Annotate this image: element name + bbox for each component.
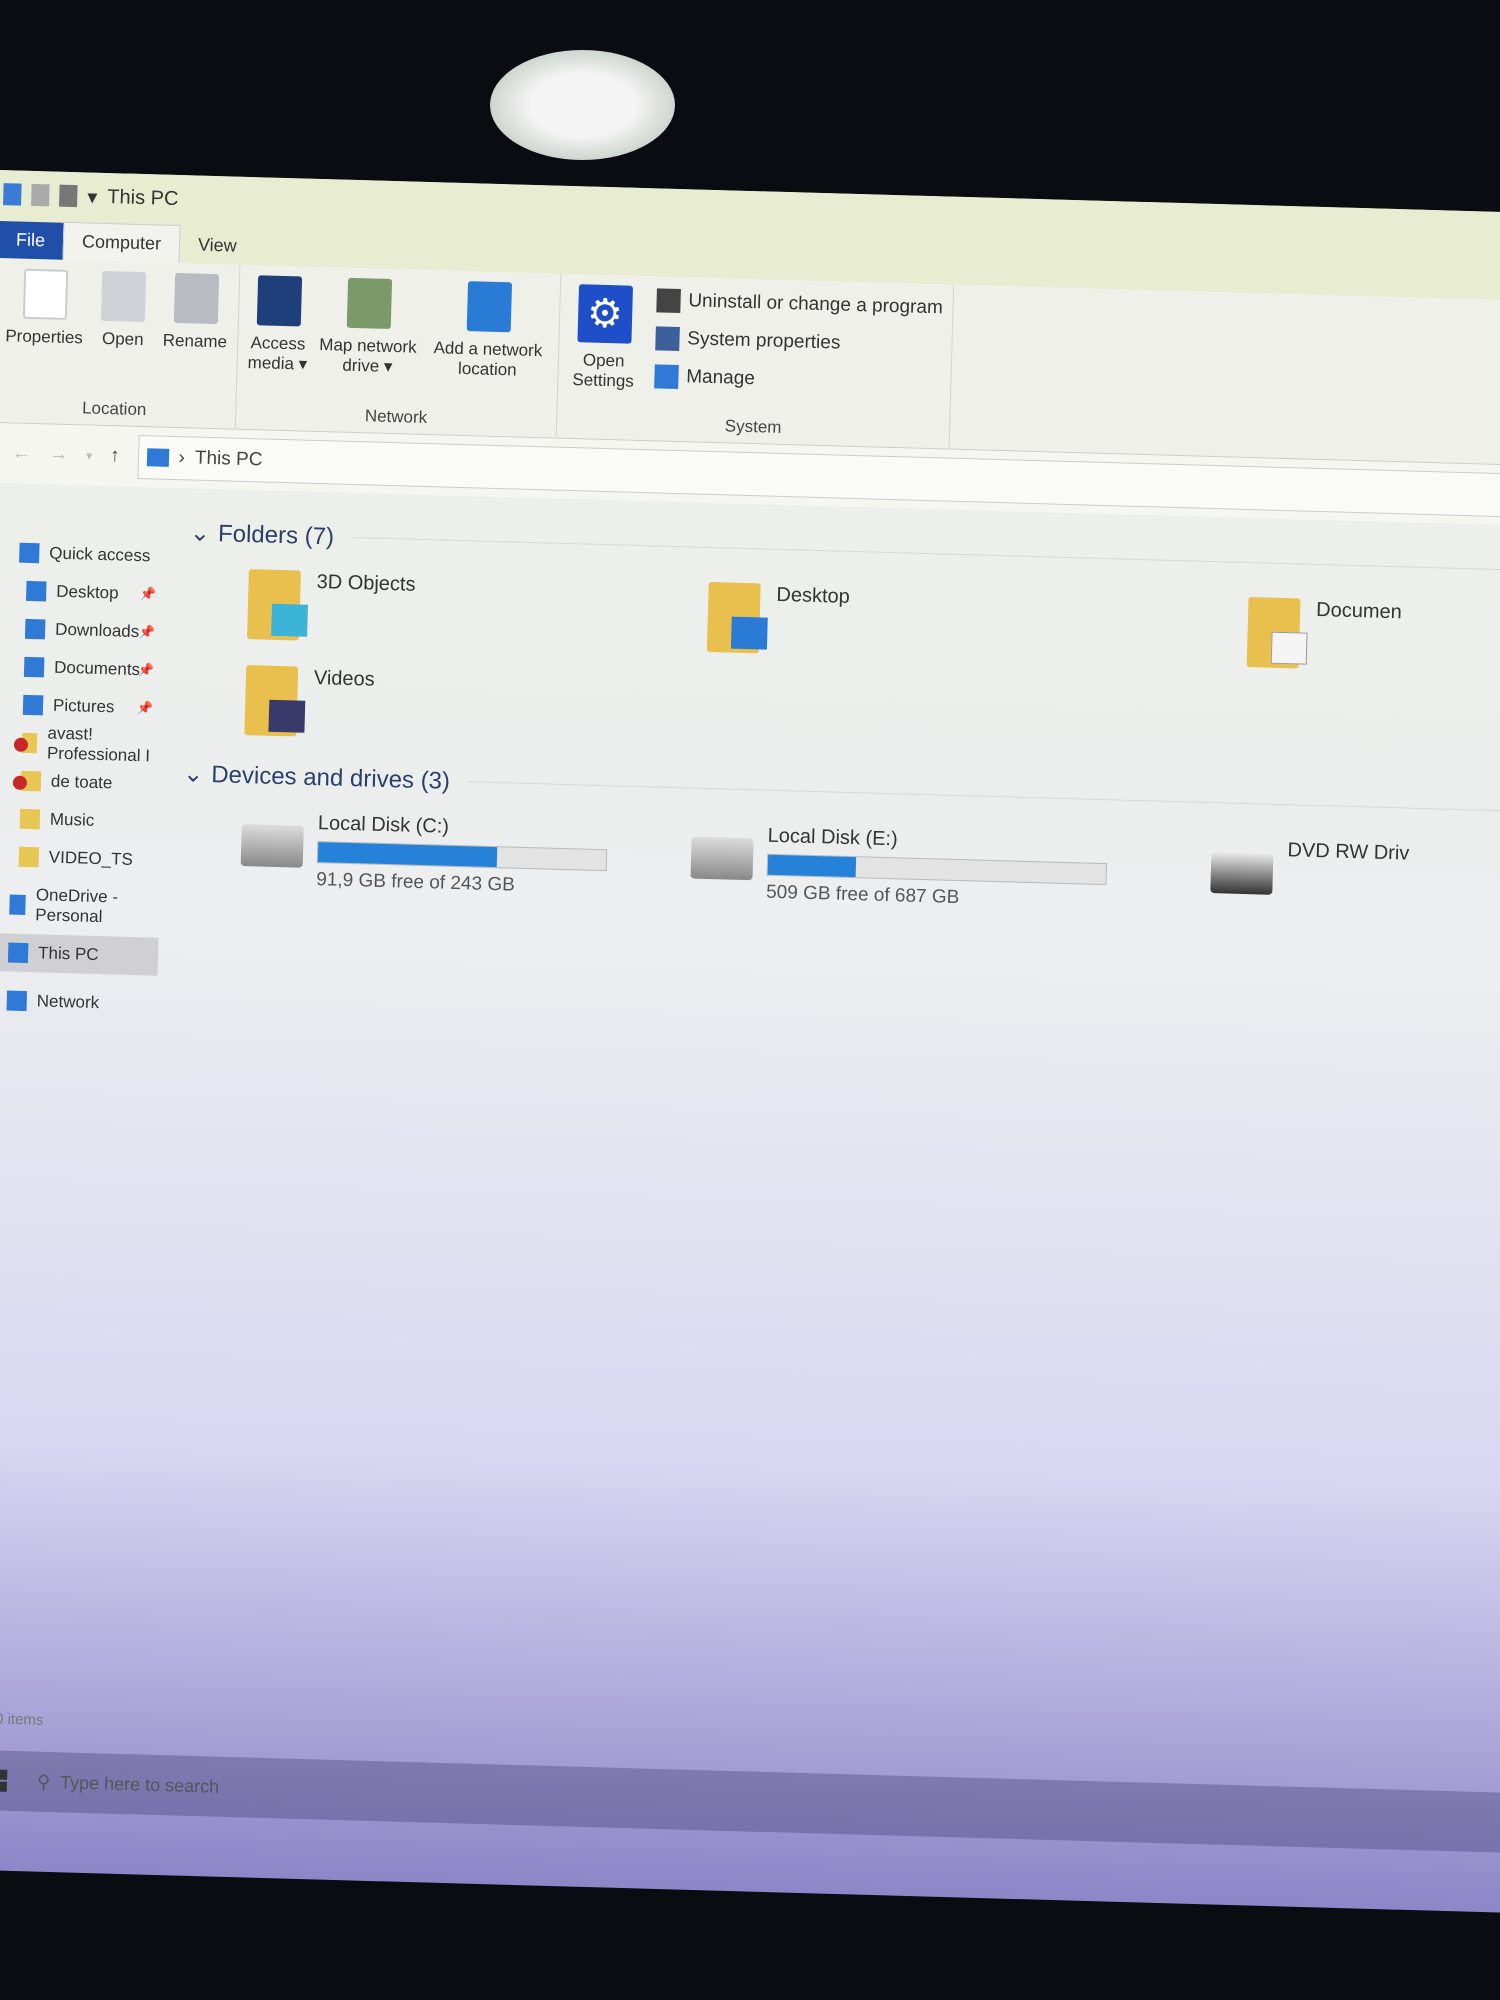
tab-view[interactable]: View [180, 226, 256, 265]
desktop-folder-icon [706, 581, 768, 654]
add-network-location-button[interactable]: Add a network location [426, 280, 549, 407]
system-properties-icon [654, 326, 680, 352]
nav-node-icon [7, 942, 29, 964]
open-button[interactable]: Open [91, 270, 154, 397]
folder-desktop[interactable]: Desktop [706, 581, 1249, 667]
rename-icon [173, 272, 219, 325]
nav-item-this-pc[interactable]: This PC [0, 932, 159, 976]
map-network-drive-button[interactable]: Map network drive ▾ [316, 277, 419, 404]
hard-drive-icon [690, 836, 754, 881]
pc-icon [146, 448, 169, 467]
folder-icon [22, 694, 44, 716]
drive-e[interactable]: Local Disk (E:) 509 GB free of 687 GB [690, 823, 1212, 916]
drive-dvd[interactable]: DVD RW Driv [1210, 837, 1500, 924]
folder-icon [24, 618, 46, 640]
customize-chevron-icon[interactable]: ▾ [87, 184, 98, 209]
dvd-drive-icon [1210, 851, 1274, 895]
chevron-down-icon: ⌄ [182, 760, 204, 788]
network-drive-icon [346, 277, 392, 329]
nav-item-pictures[interactable]: Pictures 📌 [0, 685, 166, 728]
nav-node-icon [19, 542, 40, 564]
group-label: Location [81, 398, 147, 420]
breadcrumb-this-pc[interactable]: This PC [195, 448, 263, 472]
pin-icon: 📌 [136, 700, 154, 716]
manage-button[interactable]: Manage [653, 364, 941, 396]
windows-drive-icon [240, 824, 304, 868]
navigation-pane: Quick access Desktop 📌 Downloads 📌 Documents 📌… [0, 483, 171, 1024]
windows-start-icon[interactable] [0, 1769, 8, 1792]
folder-icon [23, 656, 45, 678]
nav-item-network[interactable]: Network [0, 981, 157, 1024]
nav-item-video-ts[interactable]: VIDEO_TS [0, 837, 161, 880]
gear-icon: ⚙ [577, 284, 633, 344]
group-system: ⚙ Open Settings Uninstall or change a pro… [556, 273, 955, 449]
open-settings-button[interactable]: ⚙ Open Settings [567, 284, 640, 410]
drive-c[interactable]: Local Disk (C:) 91,9 GB free of 243 GB [240, 810, 692, 902]
nav-item-avast-professional-i[interactable]: avast! Professional I [0, 723, 164, 766]
file-explorer-window: ▾ This PC File Computer View Properties … [0, 170, 1500, 1913]
breadcrumb-separator-icon: › [178, 447, 186, 469]
access-media-button[interactable]: Access media ▾ [246, 275, 309, 401]
recent-chevron-icon[interactable]: ▾ [86, 449, 92, 463]
media-icon [256, 275, 302, 327]
nav-node-icon [6, 990, 28, 1012]
nav-item-de-toate[interactable]: de toate [0, 761, 163, 804]
nav-item-music[interactable]: Music [0, 799, 162, 842]
folder-videos[interactable]: Videos [244, 665, 706, 748]
nav-item-documents[interactable]: Documents 📌 [0, 647, 167, 690]
pin-icon: 📌 [137, 662, 155, 678]
folder-3d-objects[interactable]: 3D Objects [246, 569, 709, 652]
search-icon: ⚲ [36, 1771, 51, 1792]
status-item-count: 10 items [0, 1710, 44, 1729]
drive-e-usage-bar [766, 853, 1108, 886]
3d-objects-folder-icon [246, 569, 308, 641]
properties-quick-icon[interactable] [31, 183, 50, 207]
network-location-icon [466, 281, 512, 333]
videos-folder-icon [244, 665, 306, 737]
properties-icon [22, 268, 68, 320]
properties-button[interactable]: Properties [4, 268, 85, 394]
folder-documents[interactable]: Documen [1246, 597, 1500, 675]
system-properties-button[interactable]: System properties [654, 326, 942, 358]
drives-grid: Local Disk (C:) 91,9 GB free of 243 GB Lo… [180, 808, 1500, 925]
nav-item-desktop[interactable]: Desktop 📌 [0, 571, 169, 614]
taskbar-search[interactable]: ⚲ Type here to search [37, 1771, 220, 1797]
tab-file[interactable]: File [0, 220, 64, 260]
manage-icon [653, 364, 679, 390]
nav-item-onedrive-personal[interactable]: OneDrive - Personal [0, 885, 160, 928]
folder-icon [25, 580, 47, 602]
open-icon [101, 270, 147, 323]
chevron-down-icon: ⌄ [189, 519, 211, 548]
system-links: Uninstall or change a program System pro… [653, 286, 943, 418]
nav-item-quick-access[interactable]: Quick access [0, 533, 170, 576]
taskbar: ⚲ Type here to search [0, 1749, 1500, 1853]
folder-icon [19, 808, 41, 830]
drive-c-usage-bar [316, 841, 608, 872]
light-glare [490, 50, 675, 160]
group-label: Network [364, 406, 428, 428]
folder-icon [18, 846, 40, 868]
main-area: Quick access Desktop 📌 Downloads 📌 Documents 📌… [0, 483, 1500, 1062]
documents-folder-icon [1246, 597, 1308, 669]
back-icon[interactable]: ← [12, 442, 32, 465]
content-pane: ⌄ Folders (7) 3D Objects Desktop Documen … [156, 488, 1500, 1062]
group-network: Access media ▾ Map network drive ▾ Add a… [235, 264, 562, 438]
folders-grid: 3D Objects Desktop Documen Videos [184, 567, 1500, 771]
up-icon[interactable]: ↑ [110, 445, 120, 467]
rename-button[interactable]: Rename [161, 272, 229, 399]
nav-node-icon [9, 894, 26, 915]
nav-item-downloads[interactable]: Downloads 📌 [0, 609, 168, 652]
window-title: This PC [107, 185, 179, 210]
pin-icon: 📌 [139, 586, 157, 602]
group-location: Properties Open Rename Location [0, 257, 241, 429]
uninstall-program-button[interactable]: Uninstall or change a program [656, 288, 943, 320]
new-folder-quick-icon[interactable] [58, 184, 78, 208]
pin-icon: 📌 [138, 624, 156, 640]
uninstall-icon [656, 288, 681, 314]
forward-icon[interactable]: → [49, 443, 69, 466]
tab-computer[interactable]: Computer [62, 221, 181, 264]
pc-icon [3, 183, 22, 206]
